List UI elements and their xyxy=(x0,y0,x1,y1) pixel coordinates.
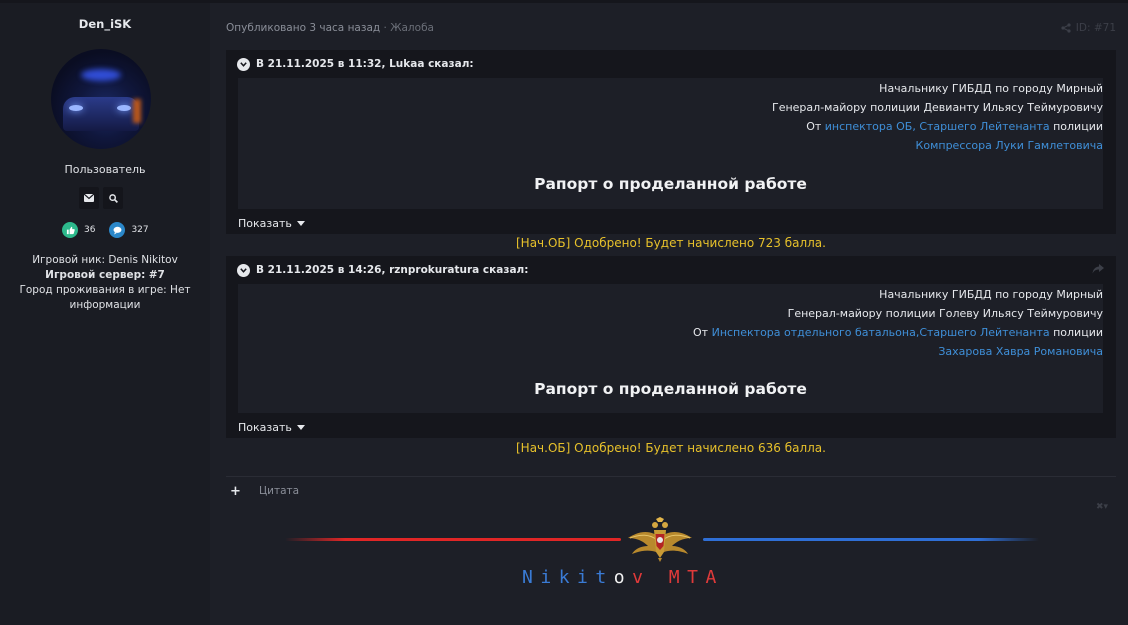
user-stats: 36 327 xyxy=(62,222,157,238)
server: #7 xyxy=(148,269,165,281)
user-custom-fields: Игровой ник: Denis Nikitov Игровой серве… xyxy=(8,253,202,313)
quote-line: От инспектора ОБ, Старшего Лейтенанта по… xyxy=(806,120,1103,133)
quote-line: Начальнику ГИБДД по городу Мирный xyxy=(879,288,1103,301)
envelope-icon xyxy=(84,194,94,202)
name-link[interactable]: Захарова Хавра Романовича xyxy=(938,345,1103,358)
signature-letter: i xyxy=(540,567,559,588)
search-user-button[interactable] xyxy=(103,187,123,209)
double-eagle-emblem-icon xyxy=(628,517,692,562)
quote-line: Генерал-майору полиции Голеву Ильясу Тей… xyxy=(787,307,1103,320)
user-sidebar: Den_iSK Пользователь 36 327 Игровой ник:… xyxy=(0,3,210,625)
quote-line: Генерал-майору полиции Девианту Ильясу Т… xyxy=(772,101,1103,114)
signature-letter: T xyxy=(687,567,706,588)
user-action-buttons xyxy=(79,187,123,209)
game-nick-row: Игровой ник: Denis Nikitov xyxy=(32,254,178,266)
caret-down-icon xyxy=(296,221,305,226)
message-button[interactable] xyxy=(79,187,99,209)
quote-line: Начальнику ГИБДД по городу Мирный xyxy=(879,82,1103,95)
reply-arrow-icon[interactable] xyxy=(1092,264,1104,274)
quote-content: Начальнику ГИБДД по городу Мирный Генера… xyxy=(238,78,1103,209)
signature-letter: t xyxy=(595,567,614,588)
caret-down-icon xyxy=(296,425,305,430)
quote-block: В 21.11.2025 в 14:26, rznprokuratura ска… xyxy=(226,256,1116,438)
quote-author: В 21.11.2025 в 14:26, rznprokuratura ска… xyxy=(256,264,529,276)
quote-line: Компрессора Луки Гамлетовича xyxy=(916,139,1103,152)
quote-block: В 21.11.2025 в 11:32, Lukaa сказал: Нача… xyxy=(226,50,1116,234)
quote-content: Начальнику ГИБДД по городу Мирный Генера… xyxy=(238,284,1103,413)
verdict-text: [Нач.ОБ] Одобрено! Будет начислено 723 б… xyxy=(516,236,826,250)
post-date[interactable]: Опубликовано 3 часа назад xyxy=(226,22,380,34)
messages-count: 327 xyxy=(131,225,149,235)
share-icon[interactable] xyxy=(1061,23,1071,33)
avatar[interactable] xyxy=(51,49,151,149)
report-title: Рапорт о проделанной работе xyxy=(534,175,807,193)
chevron-down-icon[interactable] xyxy=(237,57,250,71)
rank-link[interactable]: Инспектора отдельного батальона,Старшего… xyxy=(712,326,1050,339)
signature-letter: i xyxy=(577,567,596,588)
signature-text: Nikitov MTA xyxy=(522,567,812,588)
plus-icon[interactable]: + xyxy=(230,485,241,498)
report-title: Рапорт о проделанной работе xyxy=(534,380,807,398)
chevron-down-icon[interactable] xyxy=(237,263,250,277)
post-id: ID: #71 xyxy=(1061,22,1116,34)
post-meta: Опубликовано 3 часа назад · Жалоба xyxy=(226,22,434,34)
verdict-text: [Нач.ОБ] Одобрено! Будет начислено 636 б… xyxy=(516,441,826,455)
signature-letter: M xyxy=(668,567,688,588)
likes-count: 36 xyxy=(84,225,96,235)
signature-letter xyxy=(650,567,668,588)
signature-red-line xyxy=(285,538,621,541)
name-link[interactable]: Компрессора Луки Гамлетовича xyxy=(916,139,1103,152)
signature-letter: o xyxy=(613,567,633,588)
server-row: Игровой сервер: #7 xyxy=(45,269,165,281)
report-link[interactable]: Жалоба xyxy=(390,22,434,34)
search-icon xyxy=(108,193,118,203)
show-more-button[interactable]: Показать xyxy=(238,217,305,230)
quote-line: От Инспектора отдельного батальона,Старш… xyxy=(693,326,1103,339)
post-id-label[interactable]: ID: #71 xyxy=(1076,22,1116,34)
user-role: Пользователь xyxy=(64,163,146,176)
signature-letter: N xyxy=(522,567,541,588)
quote-header[interactable]: В 21.11.2025 в 14:26, rznprokuratura ска… xyxy=(226,256,1116,284)
signature-letter: v xyxy=(632,567,651,588)
rank-link[interactable]: инспектора ОБ, Старшего Лейтенанта xyxy=(825,120,1050,133)
quote-header[interactable]: В 21.11.2025 в 11:32, Lukaa сказал: xyxy=(226,50,1116,78)
signature-letter: k xyxy=(558,567,578,588)
show-more-button[interactable]: Показать xyxy=(238,421,305,434)
game-nick: Denis Nikitov xyxy=(108,254,178,266)
username[interactable]: Den_iSK xyxy=(0,17,210,31)
signature-letter: A xyxy=(705,567,724,588)
quote-author: В 21.11.2025 в 11:32, Lukaa сказал: xyxy=(256,58,474,70)
city-row: Город проживания в игре: Нет информации xyxy=(19,284,191,311)
quote-line: Захарова Хавра Романовича xyxy=(938,345,1103,358)
quote-button[interactable]: Цитата xyxy=(259,485,299,497)
tools-icon[interactable]: ✖▾ xyxy=(1096,502,1108,512)
messages-icon xyxy=(109,222,126,238)
like-icon xyxy=(62,222,78,238)
signature-blue-line xyxy=(703,538,1039,541)
divider xyxy=(226,476,1116,477)
